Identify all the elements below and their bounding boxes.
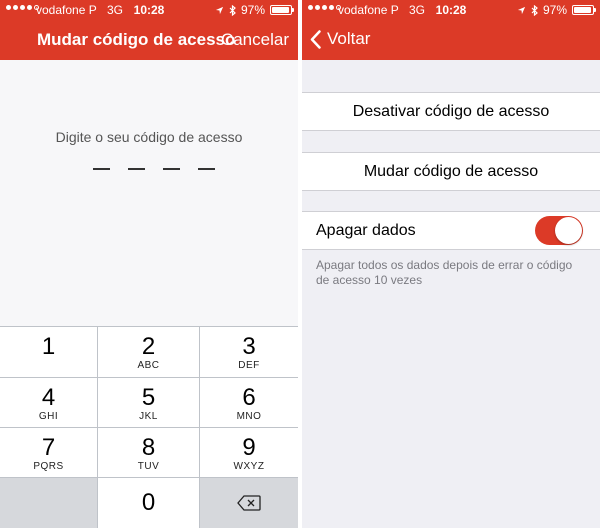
key-blank (0, 478, 97, 528)
battery-percent: 97% (240, 3, 265, 17)
key-number: 5 (141, 384, 156, 411)
key-letters: DEF (238, 360, 260, 371)
key-9[interactable]: 9 WXYZ (200, 428, 298, 477)
key-1[interactable]: 1 (0, 327, 97, 377)
disable-passcode-label: Desativar código de acesso (352, 103, 550, 120)
key-4[interactable]: 4 GHI (0, 378, 97, 427)
disable-passcode-cell[interactable]: Desativar código de acesso (302, 92, 600, 131)
passcode-entry-screen: vodafone P 3G 10:28 97% Mudar código de … (0, 0, 298, 528)
key-number: 2 (141, 333, 156, 360)
key-0[interactable]: 0 (98, 478, 199, 528)
key-6[interactable]: 6 MNO (200, 378, 298, 427)
key-letters: JKL (139, 411, 158, 422)
key-number: 4 (41, 384, 56, 411)
key-letters: TUV (137, 461, 160, 472)
passcode-area: Digite o seu código de acesso (0, 60, 298, 326)
key-letters: ABC (137, 360, 160, 371)
key-number: 6 (242, 384, 256, 411)
cancel-button[interactable]: Cancelar (221, 30, 289, 50)
erase-data-cell: Apagar dados (302, 211, 600, 250)
key-number: 7 (41, 434, 56, 461)
bluetooth-icon (531, 4, 538, 16)
navigation-bar: vodafone P 3G 10:28 97% Mudar código de … (0, 0, 298, 60)
location-icon (215, 6, 224, 14)
key-number: 9 (242, 434, 256, 461)
passcode-settings-screen: vodafone P 3G 10:28 97% Voltar Desativar… (302, 0, 600, 528)
numeric-keypad: 1 2 ABC 3 DEF 4 GHI 5 JKL 6 MNO 7 PQRS 8 (0, 326, 298, 528)
backspace-icon (237, 495, 261, 511)
change-passcode-cell[interactable]: Mudar código de acesso (302, 152, 600, 191)
key-5[interactable]: 5 JKL (98, 378, 199, 427)
location-icon (517, 6, 526, 14)
passcode-digit-2 (128, 168, 145, 170)
passcode-prompt: Digite o seu código de acesso (55, 129, 243, 145)
key-number: 0 (141, 489, 156, 516)
back-button[interactable]: Voltar (310, 29, 370, 49)
passcode-digit-1 (93, 168, 110, 170)
passcode-digit-4 (198, 168, 215, 170)
battery-icon (572, 5, 596, 15)
passcode-field[interactable] (93, 168, 215, 170)
back-label: Voltar (327, 29, 371, 48)
navigation-bar: vodafone P 3G 10:28 97% Voltar (302, 0, 600, 60)
key-number: 1 (41, 333, 56, 360)
delete-button[interactable] (200, 478, 298, 528)
key-7[interactable]: 7 PQRS (0, 428, 97, 477)
battery-percent: 97% (542, 3, 567, 17)
erase-data-toggle[interactable] (535, 216, 583, 245)
erase-data-footnote: Apagar todos os dados depois de errar o … (316, 258, 573, 287)
passcode-digit-3 (163, 168, 180, 170)
bluetooth-icon (229, 4, 236, 16)
key-letters: MNO (236, 411, 262, 422)
change-passcode-label: Mudar código de acesso (363, 163, 539, 180)
key-3[interactable]: 3 DEF (200, 327, 298, 377)
chevron-left-icon (310, 29, 321, 49)
status-bar: vodafone P 3G 10:28 97% (302, 0, 600, 20)
page-title: Mudar código de acesso (37, 30, 236, 49)
battery-icon (270, 5, 294, 15)
key-letters: WXYZ (233, 461, 265, 472)
status-bar: vodafone P 3G 10:28 97% (0, 0, 298, 20)
key-8[interactable]: 8 TUV (98, 428, 199, 477)
erase-data-label: Apagar dados (316, 222, 416, 239)
toggle-knob (555, 217, 582, 244)
key-letters: PQRS (33, 461, 64, 472)
key-number: 8 (141, 434, 156, 461)
key-letters: GHI (38, 411, 59, 422)
key-number: 3 (242, 333, 256, 360)
key-2[interactable]: 2 ABC (98, 327, 199, 377)
